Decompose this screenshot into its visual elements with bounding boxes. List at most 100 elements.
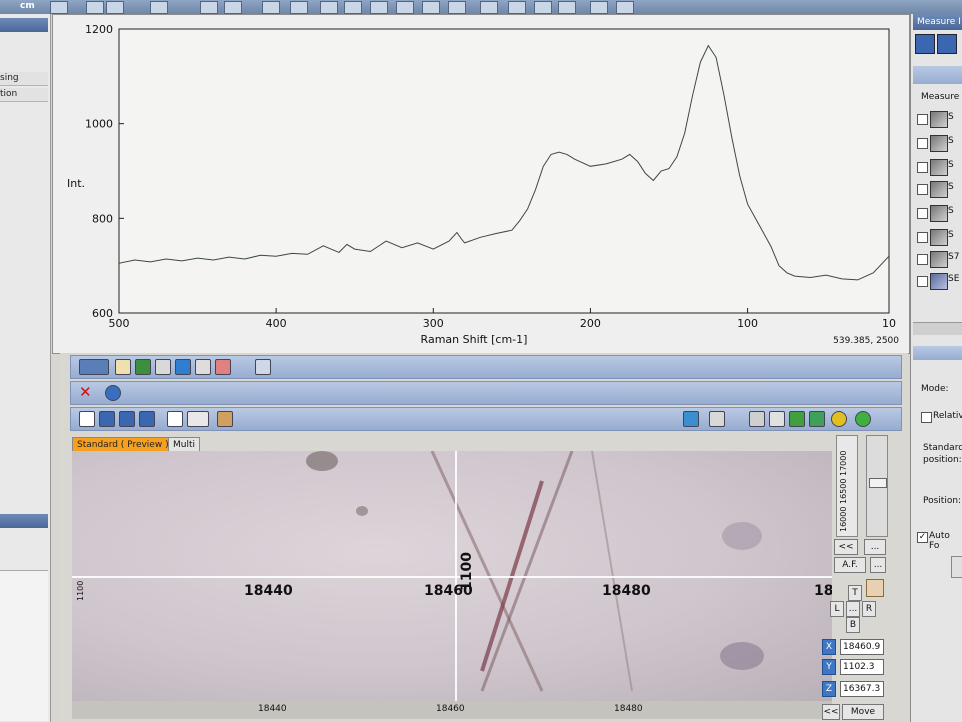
stage-slider[interactable] — [866, 435, 888, 537]
toolbar-button-14[interactable] — [448, 1, 466, 14]
y-tick-label: 800 — [92, 212, 113, 225]
measure-list-icon[interactable] — [937, 34, 957, 54]
view-single-icon[interactable] — [79, 411, 95, 427]
back-button[interactable]: << — [834, 539, 858, 555]
move-top-button[interactable]: T — [848, 585, 862, 601]
toolbar-button-11[interactable] — [370, 1, 388, 14]
measure-item-checkbox[interactable] — [917, 184, 928, 195]
toolbar-button-6[interactable] — [224, 1, 242, 14]
toolbar-button-7[interactable] — [262, 1, 280, 14]
zoom-image-icon[interactable] — [809, 411, 825, 427]
toolbar-button-3[interactable] — [106, 1, 124, 14]
measure-item-5[interactable]: S — [917, 204, 962, 222]
save-icon[interactable] — [255, 359, 271, 375]
measure-item-4[interactable]: S — [917, 180, 962, 198]
view-horizontal-icon[interactable] — [119, 411, 135, 427]
stage-slider-thumb[interactable] — [869, 478, 887, 488]
measure-item-thumbnail — [930, 181, 948, 198]
toolbar-button-12[interactable] — [396, 1, 414, 14]
camera-image[interactable]: 18440 18460 18480 185 1100 1100 — [72, 451, 832, 701]
autofocus-checkbox[interactable]: ✓ — [917, 532, 928, 543]
export-icon[interactable] — [217, 411, 233, 427]
measure-item-checkbox[interactable] — [917, 232, 928, 243]
measure-item-label: S — [948, 136, 954, 146]
toolbar-button-20[interactable] — [616, 1, 634, 14]
x-coordinate-input[interactable]: 18460.9 — [840, 639, 884, 655]
autofocus-button[interactable]: A.F. — [834, 557, 866, 573]
y-coordinate-input[interactable]: 1102.3 — [840, 659, 884, 675]
marker-icon[interactable] — [215, 359, 231, 375]
left-panel-row-1[interactable]: sing — [0, 72, 48, 86]
left-panel-row-2[interactable]: tion — [0, 88, 48, 102]
measure-item-checkbox[interactable] — [917, 114, 928, 125]
image-icon[interactable] — [135, 359, 151, 375]
camera-icon[interactable] — [709, 411, 725, 427]
toolbar-button-17[interactable] — [534, 1, 552, 14]
autofocus-button[interactable] — [951, 556, 962, 578]
left-panel-titlebar — [0, 18, 48, 32]
left-panel-titlebar-2 — [0, 514, 48, 528]
measure-item-1[interactable]: S — [917, 110, 962, 128]
light-icon[interactable] — [831, 411, 847, 427]
move-bottom-button[interactable]: B — [846, 617, 860, 633]
measure-scrollbar[interactable] — [913, 322, 962, 335]
scale-icon[interactable] — [187, 411, 209, 427]
toolbar-button-18[interactable] — [558, 1, 576, 14]
y-tick-label: 600 — [92, 307, 113, 320]
measure-item-7[interactable]: S7 — [917, 250, 962, 268]
hand-icon[interactable] — [115, 359, 131, 375]
move-right-button[interactable]: R — [862, 601, 876, 617]
view-split-icon[interactable] — [99, 411, 115, 427]
measure-item-checkbox[interactable] — [917, 276, 928, 287]
toolbar-button-1[interactable] — [50, 1, 68, 14]
toolbar-button-19[interactable] — [590, 1, 608, 14]
select-tool-icon[interactable] — [79, 359, 109, 375]
measure-view-icon[interactable] — [915, 34, 935, 54]
plot-area[interactable] — [118, 28, 890, 314]
toolbar-button-15[interactable] — [480, 1, 498, 14]
measure-item-8[interactable]: SE — [917, 272, 962, 290]
measure-item-checkbox[interactable] — [917, 162, 928, 173]
rectangle-icon[interactable] — [155, 359, 171, 375]
measure-item-thumbnail — [930, 111, 948, 128]
view-grid-icon[interactable] — [139, 411, 155, 427]
more-button[interactable]: ... — [864, 539, 886, 555]
snapshot-icon[interactable] — [749, 411, 765, 427]
toolbar-button-9[interactable] — [320, 1, 338, 14]
measure-item-checkbox[interactable] — [917, 254, 928, 265]
relative-checkbox[interactable] — [921, 412, 932, 423]
af-more-button[interactable]: ... — [870, 557, 886, 573]
measure-item-2[interactable]: S — [917, 134, 962, 152]
refresh-icon[interactable] — [105, 385, 121, 401]
move-back-button[interactable]: << — [822, 704, 840, 720]
measure-item-checkbox[interactable] — [917, 138, 928, 149]
move-button[interactable]: Move — [842, 704, 884, 720]
region-icon[interactable] — [175, 359, 191, 375]
add-image-icon[interactable] — [789, 411, 805, 427]
main-toolbar: cm — [0, 0, 962, 14]
toolbar-button-8[interactable] — [290, 1, 308, 14]
toolbar-button-2[interactable] — [86, 1, 104, 14]
camera-view-icon[interactable] — [683, 411, 699, 427]
status-light-icon[interactable] — [855, 411, 871, 427]
toolbar-button-5[interactable] — [200, 1, 218, 14]
move-left-button[interactable]: L — [830, 601, 844, 617]
measure-panel-title: Measure I — [913, 14, 962, 30]
camera-toolbar-1 — [70, 355, 902, 379]
measure-item-checkbox[interactable] — [917, 208, 928, 219]
measure-item-6[interactable]: S — [917, 228, 962, 246]
toolbar-button-10[interactable] — [344, 1, 362, 14]
close-icon[interactable]: ✕ — [79, 383, 92, 401]
toolbar-button-4[interactable] — [150, 1, 168, 14]
measure-item-3[interactable]: S — [917, 158, 962, 176]
home-icon[interactable] — [866, 579, 884, 597]
copy-icon[interactable] — [769, 411, 785, 427]
z-coordinate-input[interactable]: 16367.3 — [840, 681, 884, 697]
toolbar-button-13[interactable] — [422, 1, 440, 14]
move-center-button[interactable]: ... — [846, 601, 860, 617]
spectrum-chart[interactable]: 500 400 300 200 100 1060080010001200Raman Shi… — [53, 15, 909, 353]
toolbar-button-16[interactable] — [508, 1, 526, 14]
zoom-icon[interactable] — [195, 359, 211, 375]
crosshair-icon[interactable] — [167, 411, 183, 427]
left-axis-tick: 1100 — [76, 580, 85, 601]
